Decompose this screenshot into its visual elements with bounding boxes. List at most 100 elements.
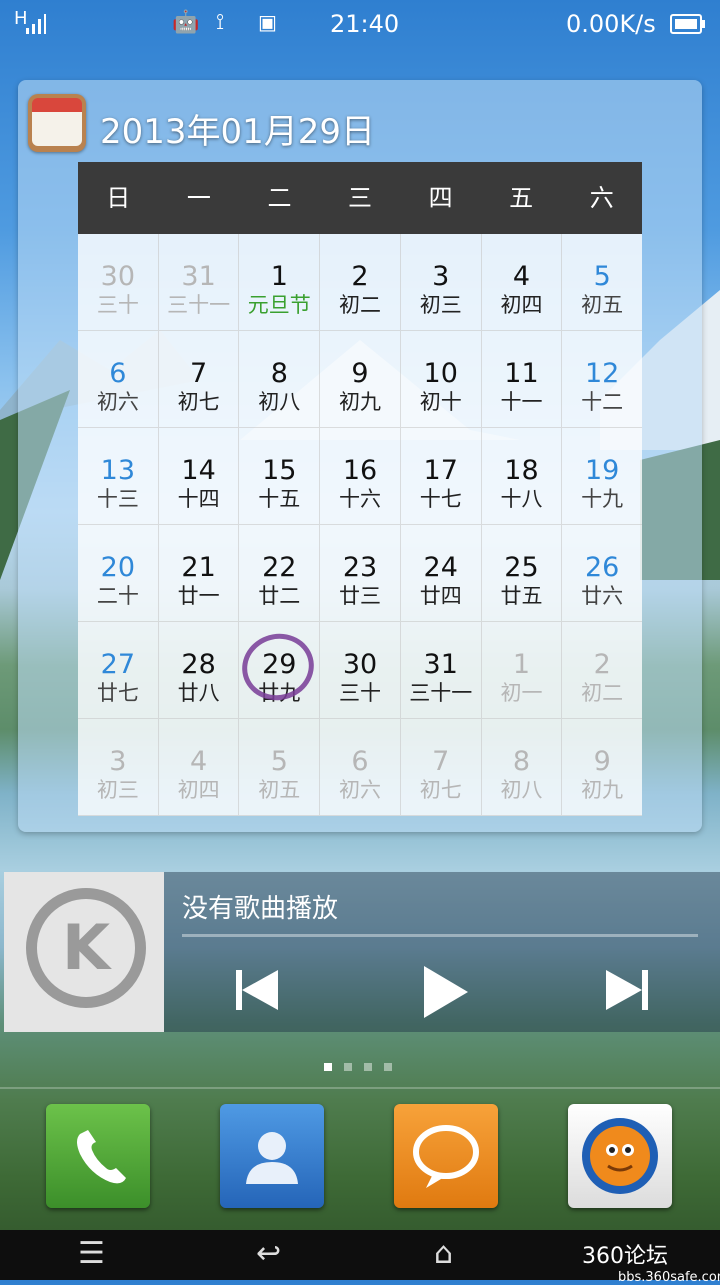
day-cell[interactable]: 30 三十 — [320, 622, 401, 718]
day-cell[interactable]: 30 三十 — [78, 234, 159, 330]
lunar-date: 初三 — [419, 293, 462, 317]
day-cell[interactable]: 28 廿八 — [159, 622, 240, 718]
day-cell[interactable]: 17 十七 — [401, 428, 482, 524]
back-icon[interactable]: ↩ — [256, 1236, 281, 1271]
day-cell[interactable]: 31 三十一 — [401, 622, 482, 718]
album-art[interactable]: K — [4, 872, 164, 1032]
day-cell[interactable]: 3 初三 — [78, 719, 159, 815]
lunar-date: 初四 — [177, 778, 220, 802]
lunar-date: 初八 — [500, 778, 543, 802]
day-number: 9 — [593, 746, 611, 777]
day-cell[interactable]: 27 廿七 — [78, 622, 159, 718]
day-number: 15 — [262, 455, 297, 486]
uc-browser-app-icon[interactable] — [568, 1104, 672, 1208]
net-speed: 0.00K/s — [566, 10, 656, 38]
day-cell[interactable]: 2 初二 — [320, 234, 401, 330]
lunar-date: 初六 — [96, 390, 139, 414]
day-cell[interactable]: 1 初一 — [482, 622, 563, 718]
day-cell[interactable]: 31 三十一 — [159, 234, 240, 330]
day-cell[interactable]: 8 初八 — [239, 331, 321, 427]
messages-app-icon[interactable] — [394, 1104, 498, 1208]
day-cell[interactable]: 22 廿二 — [239, 525, 321, 621]
lunar-date: 初九 — [339, 390, 382, 414]
contacts-app-icon[interactable] — [220, 1104, 324, 1208]
day-cell[interactable]: 2 初二 — [562, 622, 642, 718]
play-icon[interactable] — [420, 964, 470, 1020]
day-cell-today[interactable]: 29 廿九 — [235, 622, 322, 718]
phone-icon — [77, 1130, 126, 1184]
day-cell[interactable]: 16 十六 — [320, 428, 401, 524]
day-cell[interactable]: 15 十五 — [239, 428, 321, 524]
day-cell[interactable]: 20 二十 — [78, 525, 159, 621]
lunar-date: 初七 — [177, 390, 220, 414]
day-number: 13 — [100, 455, 136, 486]
lunar-date: 十一 — [500, 390, 543, 414]
lunar-date: 初二 — [581, 681, 624, 705]
lunar-date: 二十 — [96, 584, 139, 608]
menu-icon[interactable]: ☰ — [78, 1236, 105, 1271]
day-number: 20 — [100, 552, 136, 583]
day-cell[interactable]: 11 十一 — [482, 331, 563, 427]
day-cell[interactable]: 5 初五 — [562, 234, 642, 330]
day-number: 17 — [423, 455, 458, 486]
phone-app-icon[interactable] — [46, 1104, 150, 1208]
day-cell[interactable]: 6 初六 — [320, 719, 401, 815]
lunar-date: 廿二 — [258, 584, 301, 608]
image-icon: ▣ — [258, 10, 277, 34]
day-cell[interactable]: 1 元旦节 — [239, 234, 321, 330]
lunar-date: 初五 — [581, 293, 624, 317]
week-row: 27 廿七 28 廿八 29 廿九 30 三十 31 三十一 1 初一 2 初二 — [78, 622, 642, 719]
uc-squirrel-icon — [582, 1118, 658, 1194]
day-cell[interactable]: 21 廿一 — [159, 525, 240, 621]
day-cell[interactable]: 5 初五 — [239, 719, 321, 815]
day-cell[interactable]: 26 廿六 — [562, 525, 642, 621]
day-cell[interactable]: 25 廿五 — [482, 525, 563, 621]
day-cell[interactable]: 24 廿四 — [401, 525, 482, 621]
day-cell[interactable]: 3 初三 — [401, 234, 482, 330]
day-number: 1 — [512, 649, 531, 680]
day-number: 4 — [189, 746, 208, 777]
widget-date-title: 2013年01月29日 — [100, 112, 376, 152]
lunar-date: 初五 — [258, 778, 301, 802]
lunar-date: 三十 — [96, 293, 139, 317]
weekday-header: 日一二三四五六 — [78, 162, 642, 234]
day-cell[interactable]: 12 十二 — [562, 331, 642, 427]
page-dot — [364, 1063, 372, 1071]
day-cell[interactable]: 4 初四 — [482, 234, 563, 330]
day-cell[interactable]: 6 初六 — [78, 331, 159, 427]
day-cell[interactable]: 7 初七 — [159, 331, 240, 427]
day-number: 11 — [504, 358, 539, 389]
day-cell[interactable]: 9 初九 — [320, 331, 401, 427]
day-number: 2 — [351, 261, 369, 292]
day-cell[interactable]: 10 初十 — [401, 331, 482, 427]
dock-divider — [0, 1087, 720, 1089]
previous-track-icon[interactable] — [234, 964, 280, 1016]
song-title: 没有歌曲播放 — [182, 894, 339, 924]
watermark: 360论坛 bbs.360safe.com — [582, 1238, 720, 1285]
day-cell[interactable]: 9 初九 — [562, 719, 642, 815]
day-cell[interactable]: 7 初七 — [401, 719, 482, 815]
lunar-date: 十八 — [500, 487, 543, 511]
page-indicator — [324, 1056, 404, 1075]
week-row: 13 十三 14 十四 15 十五 16 十六 17 十七 18 十八 19 十九 — [78, 428, 642, 525]
day-cell[interactable]: 4 初四 — [159, 719, 240, 815]
day-cell[interactable]: 18 十八 — [482, 428, 563, 524]
day-number: 3 — [432, 261, 450, 292]
day-cell[interactable]: 14 十四 — [159, 428, 240, 524]
lunar-date: 廿三 — [339, 584, 382, 608]
next-track-icon[interactable] — [604, 964, 650, 1016]
day-cell[interactable]: 19 十九 — [562, 428, 642, 524]
day-number: 28 — [181, 649, 216, 680]
day-cell[interactable]: 23 廿三 — [320, 525, 401, 621]
day-number: 24 — [423, 552, 458, 583]
calendar-widget[interactable]: 2013年01月29日 日一二三四五六 30 三十 31 三十一 1 元旦节 2 初二 3 初三 4… — [18, 80, 702, 832]
lunar-date: 廿一 — [177, 584, 220, 608]
day-cell[interactable]: 8 初八 — [482, 719, 563, 815]
day-cell[interactable]: 13 十三 — [78, 428, 159, 524]
week-row: 3 初三 4 初四 5 初五 6 初六 7 初七 8 初八 9 初九 — [78, 719, 642, 816]
kugou-logo: K — [26, 888, 146, 1008]
day-number: 10 — [423, 358, 458, 389]
home-icon[interactable]: ⌂ — [434, 1236, 453, 1271]
lunar-date: 廿八 — [177, 681, 220, 705]
day-number: 12 — [584, 358, 620, 389]
